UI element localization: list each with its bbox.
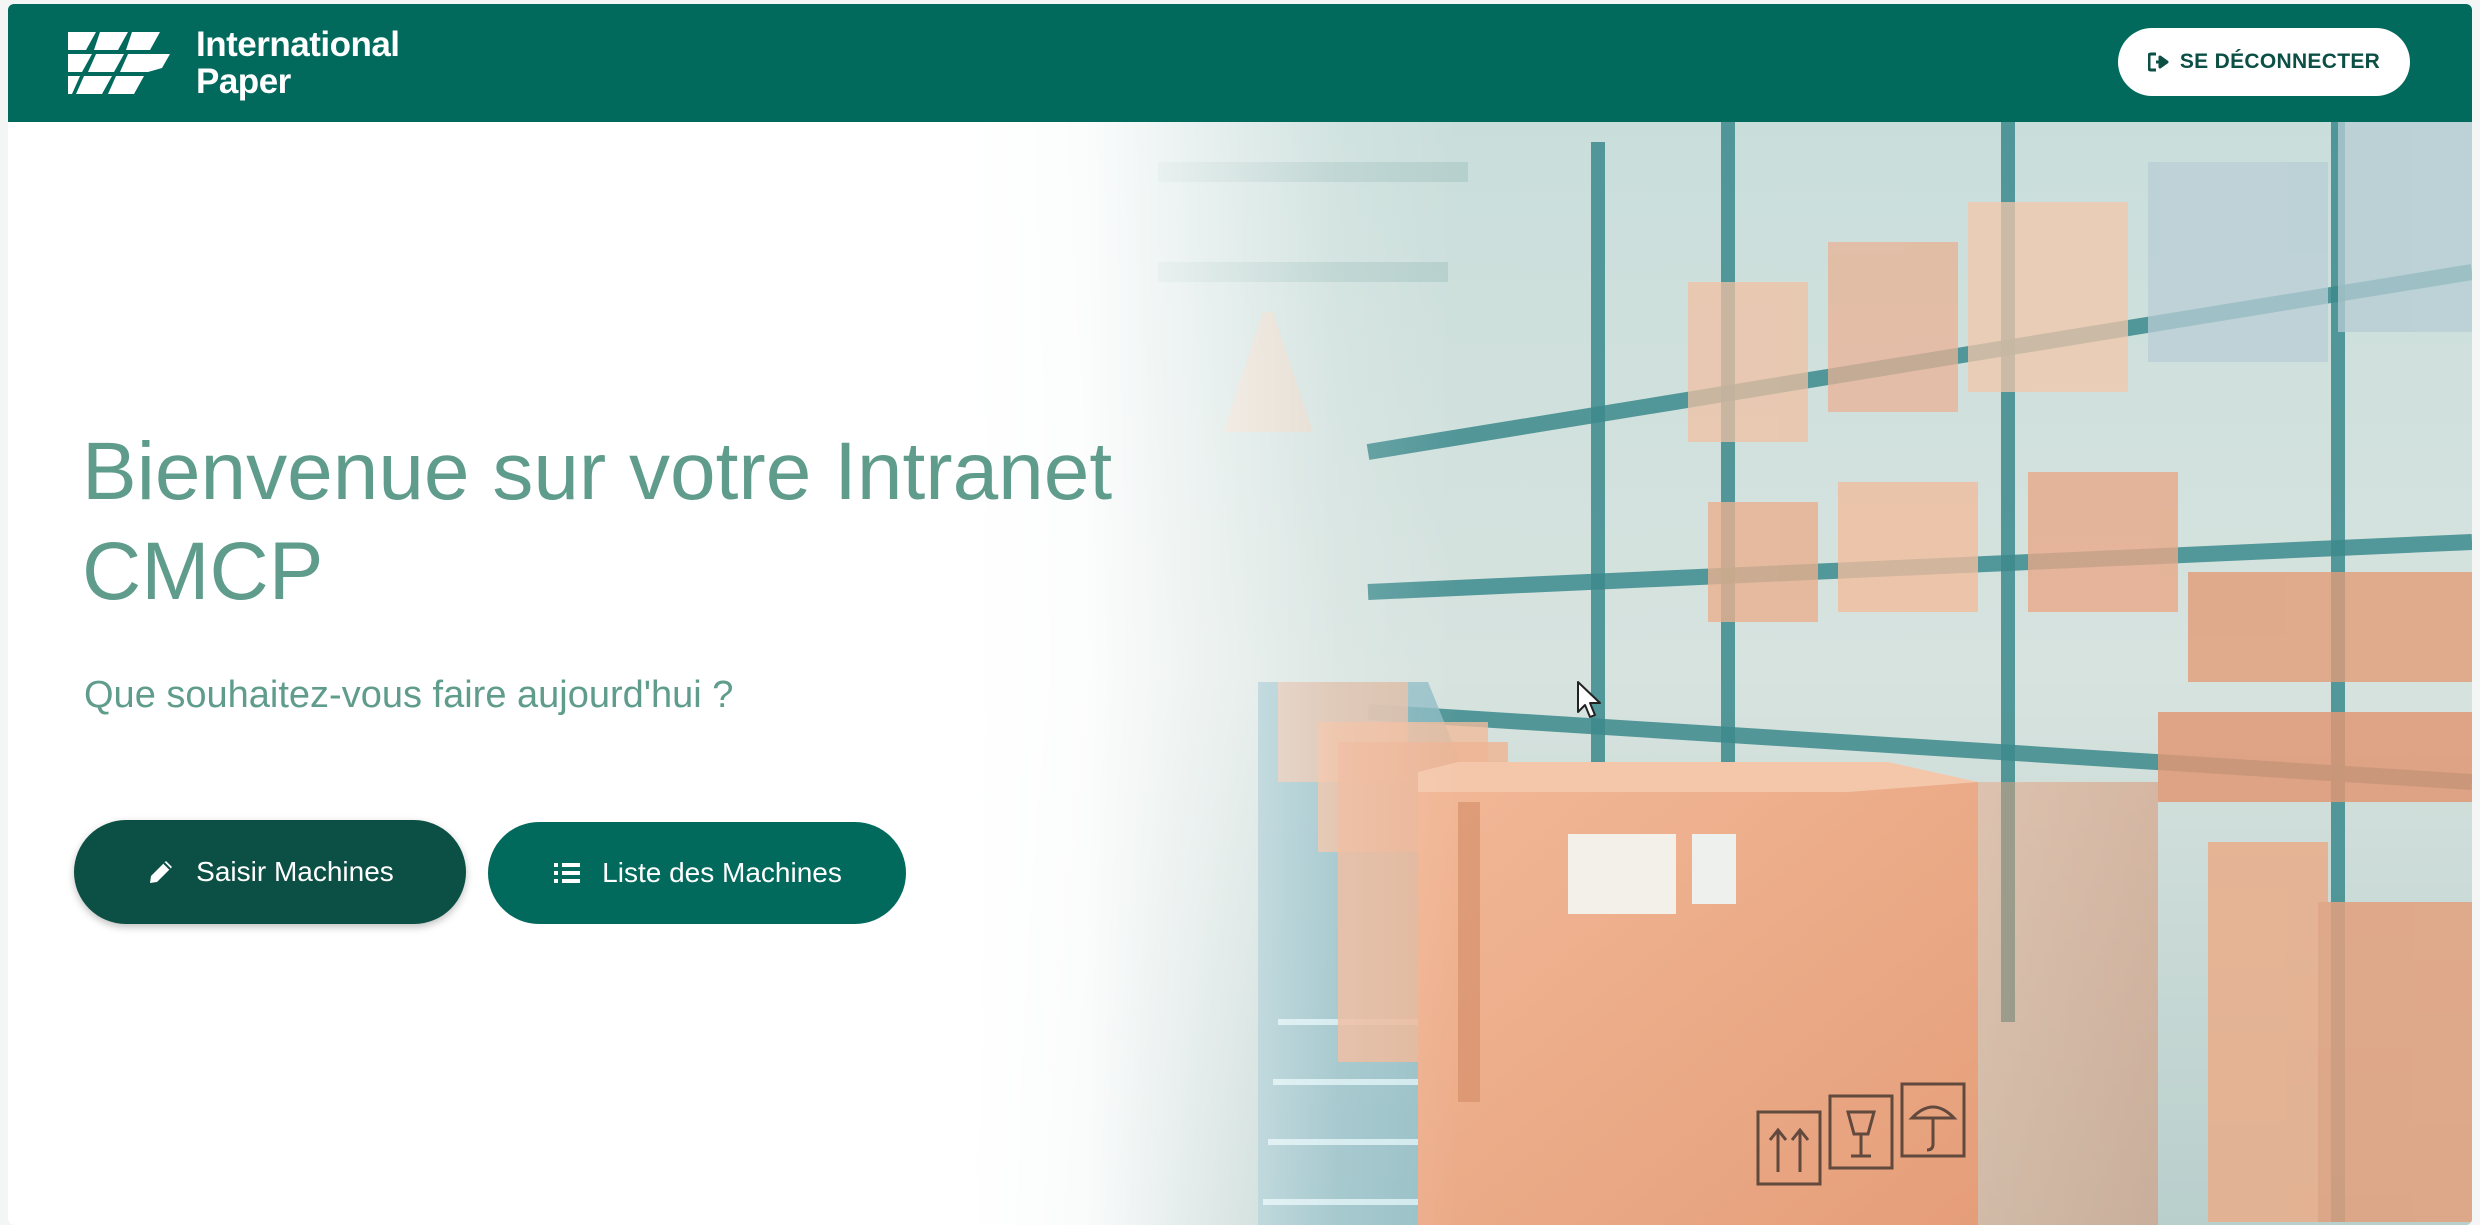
logout-label: SE DÉCONNECTER (2179, 50, 2381, 73)
logo-mark-icon (68, 32, 170, 94)
welcome-title: Bienvenue sur votre Intranet CMCP (82, 426, 1113, 617)
logo-text-line1: International (196, 25, 400, 64)
logo-text-line2: Paper (196, 62, 291, 101)
list-icon (554, 863, 581, 883)
browser-viewport: International Paper SE DÉCONNECTER Bienv… (8, 4, 2472, 1225)
hero-section: Bienvenue sur votre Intranet CMCP Que so… (8, 122, 2472, 1225)
liste-machines-button[interactable]: Liste des Machines (488, 822, 906, 924)
mouse-pointer-icon (1577, 681, 1601, 718)
logo-text: International Paper (196, 26, 400, 100)
liste-machines-label: Liste des Machines (602, 857, 842, 888)
top-navbar: International Paper SE DÉCONNECTER (8, 4, 2472, 122)
logout-button[interactable]: SE DÉCONNECTER (2118, 28, 2410, 96)
saisir-machines-label: Saisir Machines (196, 856, 394, 887)
welcome-subtitle: Que souhaitez-vous faire aujourd'hui ? (84, 674, 734, 716)
international-paper-logo[interactable]: International Paper (66, 24, 400, 102)
pencil-icon (150, 861, 173, 883)
screen: International Paper SE DÉCONNECTER Bienv… (0, 0, 2480, 1225)
saisir-machines-button[interactable]: Saisir Machines (74, 820, 466, 924)
sign-out-icon (2147, 52, 2169, 72)
